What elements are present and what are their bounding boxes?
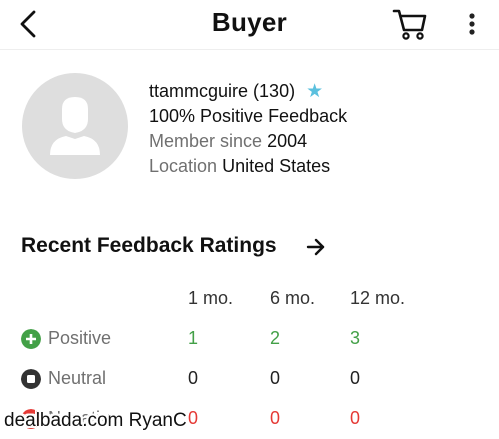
more-vertical-icon (469, 13, 475, 35)
neutral-1mo: 0 (188, 368, 199, 388)
negative-12mo: 0 (350, 408, 361, 428)
member-since-value: 2004 (267, 131, 308, 151)
negative-6mo: 0 (270, 408, 281, 428)
seller-profile-info: ttammcguire (130) ★ 100% Positive Feedba… (149, 79, 347, 179)
positive-feedback-percent: 100% Positive Feedback (149, 106, 348, 126)
cart-icon (392, 9, 427, 40)
username[interactable]: ttammcguire (149, 81, 248, 101)
positive-12mo[interactable]: 3 (350, 328, 360, 349)
location-label: Location (149, 156, 218, 176)
app-header: Buyer (0, 0, 499, 50)
recent-feedback-ratings-title[interactable]: Recent Feedback Ratings (21, 234, 277, 258)
avatar (22, 73, 128, 179)
column-header-1mo: 1 mo. (188, 288, 234, 308)
cart-button[interactable] (391, 6, 429, 42)
neutral-6mo: 0 (270, 368, 281, 388)
neutral-square-icon (21, 369, 41, 389)
positive-plus-icon (21, 329, 41, 349)
watermark-text: dealbada.com RyanC (4, 410, 187, 431)
positive-1mo[interactable]: 1 (188, 328, 198, 349)
positive-6mo[interactable]: 2 (270, 328, 280, 349)
neutral-12mo: 0 (350, 368, 361, 388)
member-since-label: Member since (149, 131, 263, 151)
location-row: Location United States (149, 154, 347, 179)
username-row[interactable]: ttammcguire (130) ★ (149, 79, 347, 104)
column-header-6mo: 6 mo. (270, 288, 316, 308)
feedback-score: (130) (253, 81, 296, 101)
arrow-right-icon (306, 238, 325, 256)
feedback-ratings-link[interactable] (305, 236, 327, 258)
star-icon: ★ (306, 81, 324, 102)
neutral-label: Neutral (48, 368, 107, 388)
user-silhouette-icon (50, 97, 100, 155)
more-options-button[interactable] (460, 8, 484, 40)
column-header-12mo: 12 mo. (350, 288, 406, 308)
positive-label: Positive (48, 328, 112, 348)
member-since-row: Member since 2004 (149, 129, 347, 154)
location-value: United States (222, 156, 331, 176)
